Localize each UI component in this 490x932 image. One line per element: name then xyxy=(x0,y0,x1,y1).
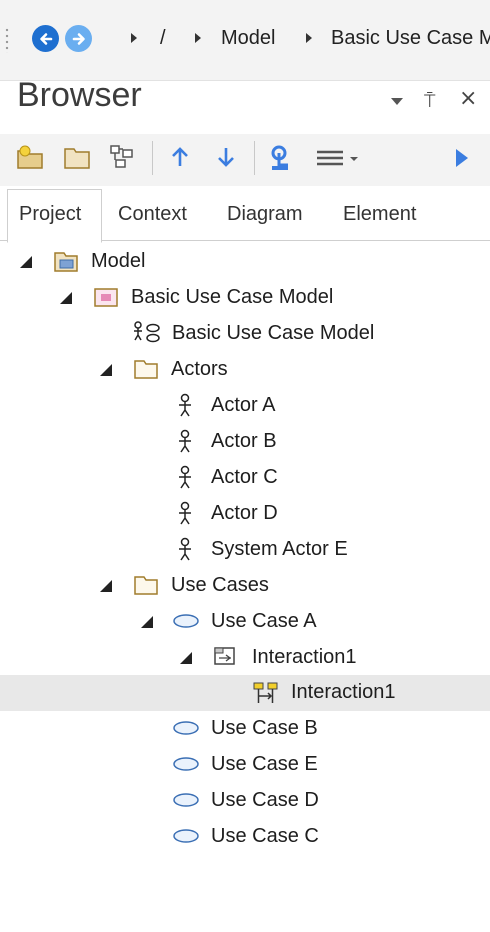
menu-icon[interactable] xyxy=(315,144,359,174)
sequence-diagram-icon xyxy=(253,682,278,703)
tree-item-basic-use-case-diagram[interactable]: Basic Use Case Model xyxy=(0,316,490,352)
use-case-icon xyxy=(173,721,199,735)
tree-item-actor-b[interactable]: Actor B xyxy=(0,424,490,460)
model-root-icon xyxy=(54,252,78,272)
browser-title: Browser xyxy=(17,76,142,114)
tree-item-actor-d[interactable]: Actor D xyxy=(0,496,490,532)
use-case-icon xyxy=(173,757,199,771)
tab-context[interactable]: Context xyxy=(118,203,187,226)
tree-item-use-cases-folder[interactable]: Use Cases xyxy=(0,568,490,604)
tab-project[interactable]: Project xyxy=(19,203,81,226)
collapse-icon[interactable] xyxy=(100,364,112,376)
tree-item-model[interactable]: Model xyxy=(0,244,490,280)
actor-icon xyxy=(179,501,191,525)
collapse-icon[interactable] xyxy=(180,652,192,664)
breadcrumb-separator-icon[interactable] xyxy=(306,33,312,43)
breadcrumb-model[interactable]: Model xyxy=(221,27,275,50)
forward-button[interactable] xyxy=(65,25,92,52)
tree-item-use-case-e[interactable]: Use Case E xyxy=(0,747,490,783)
diagram-icon[interactable] xyxy=(108,144,136,174)
run-icon[interactable] xyxy=(453,144,471,174)
tree-item-interaction-parent[interactable]: Interaction1 xyxy=(0,640,490,676)
actor-icon xyxy=(179,537,191,561)
breadcrumb-bar: / Model Basic Use Case M xyxy=(0,0,490,81)
tree-item-use-case-d[interactable]: Use Case D xyxy=(0,783,490,819)
tab-diagram[interactable]: Diagram xyxy=(227,203,303,226)
breadcrumb-separator-icon[interactable] xyxy=(195,33,201,43)
collapse-icon[interactable] xyxy=(100,580,112,592)
actor-icon xyxy=(179,429,191,453)
folder-icon xyxy=(134,576,158,595)
collapse-icon[interactable] xyxy=(20,256,32,268)
toolbar-grip[interactable] xyxy=(5,27,9,53)
folder-icon[interactable] xyxy=(63,144,91,174)
tree-item-use-case-b[interactable]: Use Case B xyxy=(0,711,490,747)
close-icon[interactable]: × xyxy=(459,86,477,111)
interaction-icon xyxy=(214,647,235,665)
arrow-left-icon xyxy=(39,32,52,45)
tree-item-use-case-c[interactable]: Use Case C xyxy=(0,819,490,855)
pin-icon[interactable]: ⍑ xyxy=(424,90,435,112)
use-case-icon xyxy=(173,829,199,843)
breadcrumb-root[interactable]: / xyxy=(160,27,166,50)
tree-item-system-actor-e[interactable]: System Actor E xyxy=(0,532,490,568)
tree-item-basic-use-case-model-package[interactable]: Basic Use Case Model xyxy=(0,280,490,316)
breadcrumb-basic-use-case[interactable]: Basic Use Case M xyxy=(331,27,490,50)
collapse-icon[interactable] xyxy=(141,616,153,628)
tab-element[interactable]: Element xyxy=(343,203,416,226)
breadcrumb-separator-icon[interactable] xyxy=(131,33,137,43)
tree-item-actor-c[interactable]: Actor C xyxy=(0,460,490,496)
toolbar-separator xyxy=(254,141,255,175)
window-menu-caret-icon[interactable] xyxy=(391,98,403,105)
actor-icon xyxy=(179,465,191,489)
package-icon xyxy=(94,288,118,307)
tree-item-actor-a[interactable]: Actor A xyxy=(0,388,490,424)
use-case-icon xyxy=(173,614,199,628)
new-package-icon[interactable] xyxy=(16,144,44,174)
toolbar-separator xyxy=(152,141,153,175)
move-down-icon[interactable] xyxy=(214,144,238,174)
locate-icon[interactable] xyxy=(268,144,294,176)
actor-icon xyxy=(179,393,191,417)
use-case-diagram-icon xyxy=(134,321,160,343)
move-up-icon[interactable] xyxy=(168,144,192,174)
folder-icon xyxy=(134,360,158,379)
arrow-right-icon xyxy=(72,32,85,45)
collapse-icon[interactable] xyxy=(60,292,72,304)
tree-item-use-case-a[interactable]: Use Case A xyxy=(0,604,490,640)
back-button[interactable] xyxy=(32,25,59,52)
tree-item-actors-folder[interactable]: Actors xyxy=(0,352,490,388)
tree-item-interaction-diagram[interactable]: Interaction1 xyxy=(0,675,490,711)
use-case-icon xyxy=(173,793,199,807)
